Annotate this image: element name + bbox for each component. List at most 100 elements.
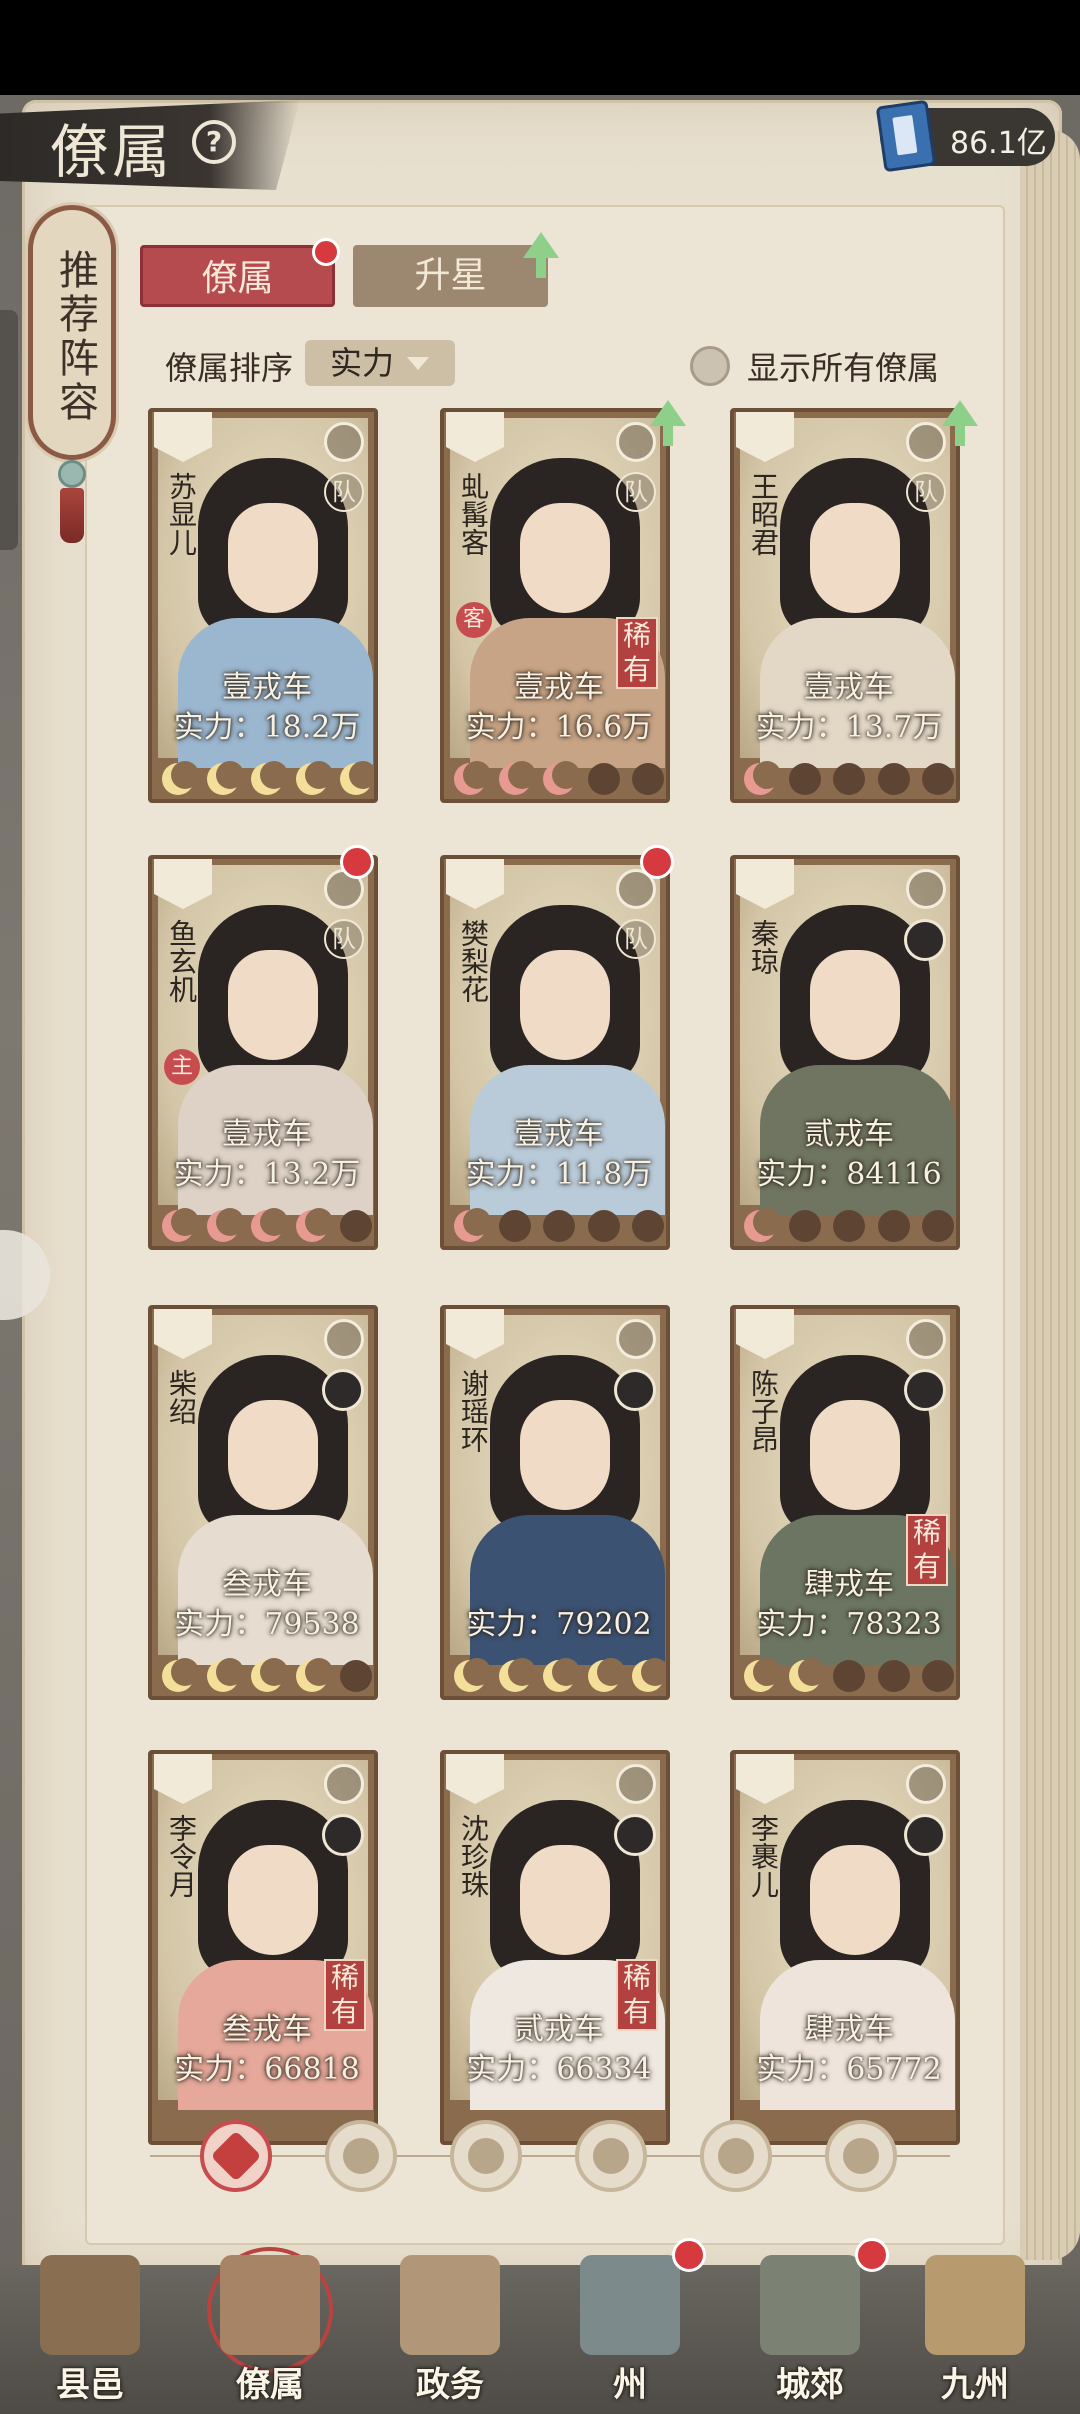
official-name: 柴绍 [165,1369,198,1425]
official-card[interactable]: 陈子昂 稀有 肆戎车 实力：78323 [730,1305,960,1700]
empty-moon-icon [632,763,664,795]
companion-avatar [322,1814,364,1856]
sort-dropdown[interactable]: 实力 [305,340,455,386]
star-rating [454,760,664,798]
moon-icon [295,1658,333,1692]
nav-item-officials[interactable]: 僚属 [195,2245,345,2405]
currency-value: 86.1亿 [950,126,1047,161]
all-icon [210,2130,262,2182]
filter-helmet-button[interactable] [325,2120,397,2192]
upgrade-arrow-icon [650,400,686,446]
book-icon [616,422,656,462]
tab-star-up[interactable]: 升星 [353,245,548,307]
tab-officials[interactable]: 僚属 [140,245,335,307]
companion-avatar [614,1369,656,1411]
show-all-toggle[interactable] [690,346,730,386]
moon-icon [206,1658,244,1692]
companion-avatar [614,1814,656,1856]
empty-moon-icon [340,1210,372,1242]
moon-icon [340,761,374,795]
moon-icon [454,761,491,795]
taiji-icon [906,422,946,462]
upgrade-arrow-icon [942,400,978,446]
sword-icon [906,1319,946,1359]
empty-moon-icon [877,1660,910,1692]
chariot-rank: 壹戎车 [804,670,894,705]
sword-icon [324,1319,364,1359]
moon-icon [251,1658,288,1692]
nav-item-map[interactable]: 九州 [900,2245,1050,2405]
tassel-knot-icon [58,460,86,488]
moon-icon [498,1658,536,1692]
nav-item-scroll[interactable]: 政务 [375,2245,525,2405]
filter-mask-button[interactable] [825,2120,897,2192]
nav-label: 县邑 [56,2365,124,2405]
mask-icon [843,2138,879,2174]
moon-icon [162,761,199,795]
empty-moon-icon [922,763,954,795]
moon-icon [162,1208,199,1242]
official-name: 沈珍珠 [457,1814,490,1898]
moon-icon [543,761,580,795]
official-card[interactable]: 柴绍 叁戎车 实力：79538 [148,1305,378,1700]
team-tag: 队 [906,472,946,512]
show-all-label: 显示所有僚属 [747,349,940,387]
power-value: 实力：79202 [466,1607,652,1642]
official-name: 苏显儿 [165,472,198,556]
portrait-face [520,1400,610,1510]
portrait-face [810,950,900,1060]
left-edge-handle[interactable] [0,310,18,550]
power-value: 实力：11.8万 [465,1157,653,1192]
status-bar [0,0,1080,95]
power-value: 实力：66334 [466,2052,652,2087]
book-pages-edge [1020,130,1080,2260]
official-card[interactable]: 谢瑶环 实力：79202 [440,1305,670,1700]
official-card[interactable]: 李裹儿 肆戎车 实力：65772 [730,1750,960,2145]
filter-fan-button[interactable] [575,2120,647,2192]
official-card[interactable]: 队 苏显儿 壹戎车 实力：18.2万 [148,408,378,803]
role-tag: 客 [456,602,492,638]
sort-label: 僚属排序 [165,349,294,387]
team-tag: 队 [616,919,656,959]
power-value: 实力：13.7万 [755,710,943,745]
portrait-face [228,503,318,613]
portrait-face [810,1400,900,1510]
nav-label: 九州 [941,2365,1009,2405]
moon-icon [251,1208,288,1242]
empty-moon-icon [632,1210,664,1242]
official-card[interactable]: 李令月 稀有 叁戎车 实力：66818 [148,1750,378,2145]
moon-icon [498,761,536,795]
chariot-rank: 壹戎车 [222,1117,312,1152]
empty-moon-icon [922,1210,954,1242]
scroll-icon [400,2255,500,2355]
power-value: 实力：66818 [174,2052,360,2087]
team-tag: 队 [324,919,364,959]
moon-icon [162,1658,199,1692]
question-icon[interactable]: ? [192,120,236,164]
filter-all-button[interactable] [200,2120,272,2192]
official-card[interactable]: 秦琼 贰戎车 实力：84116 [730,855,960,1250]
portrait-face [810,503,900,613]
moon-icon [454,1658,491,1692]
taiji-icon [616,1764,656,1804]
moon-icon [587,1658,625,1692]
filter-horse-button[interactable] [700,2120,772,2192]
star-rating [454,1207,664,1245]
town-icon [40,2255,140,2355]
chariot-rank: 叁戎车 [222,2012,312,2047]
star-rating [744,760,954,798]
portrait-face [520,503,610,613]
chevron-down-icon [407,357,429,370]
official-card[interactable]: 沈珍珠 稀有 贰戎车 实力：66334 [440,1750,670,2145]
fan-icon [593,2138,629,2174]
nav-item-town[interactable]: 县邑 [15,2245,165,2405]
official-card[interactable]: 队虬髯客客稀有 壹戎车 实力：16.6万 [440,408,670,803]
official-card[interactable]: 队 王昭君 壹戎车 实力：13.7万 [730,408,960,803]
official-card[interactable]: 队 鱼玄机主壹戎车 实力：13.2万 [148,855,378,1250]
sort-value: 实力 [330,344,395,382]
empty-moon-icon [833,763,865,795]
notification-dot [340,845,374,879]
official-card[interactable]: 队 樊梨花 壹戎车 实力：11.8万 [440,855,670,1250]
star-rating [162,1207,372,1245]
filter-cat-button[interactable] [450,2120,522,2192]
